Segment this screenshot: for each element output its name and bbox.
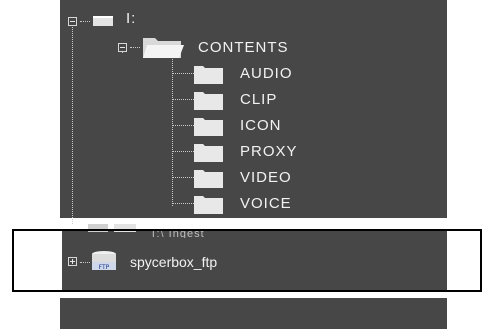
folder-icon — [194, 170, 223, 188]
folder-label-video[interactable]: VIDEO — [240, 169, 292, 187]
folder-icon — [194, 92, 223, 110]
folder-label-icon[interactable]: ICON — [240, 117, 282, 135]
tree-guide-line — [72, 24, 73, 224]
highlight-frame — [12, 229, 482, 292]
open-folder-icon — [143, 38, 184, 58]
tree-guide-line — [172, 125, 194, 126]
drive-collapse-toggle[interactable] — [68, 17, 77, 26]
contents-collapse-toggle[interactable] — [118, 43, 127, 52]
tree-guide-line — [80, 21, 90, 22]
lower-panel — [60, 298, 447, 329]
folder-label-clip[interactable]: CLIP — [240, 91, 277, 109]
tree-guide-line — [172, 177, 194, 178]
folder-label-proxy[interactable]: PROXY — [240, 143, 298, 161]
drive-label[interactable]: I: — [126, 10, 136, 28]
folder-icon — [194, 144, 223, 162]
contents-label[interactable]: CONTENTS — [198, 39, 289, 57]
folder-icon — [194, 118, 223, 136]
tree-guide-line — [172, 56, 173, 206]
tree-guide-line — [172, 73, 194, 74]
drive-icon — [93, 16, 113, 26]
folder-icon — [194, 196, 223, 214]
folder-icon — [194, 66, 223, 84]
folder-label-voice[interactable]: VOICE — [240, 195, 292, 213]
tree-guide-line — [122, 52, 123, 53]
tree-guide-line — [172, 151, 194, 152]
tree-guide-line — [130, 47, 140, 48]
tree-guide-line — [172, 99, 194, 100]
folder-label-audio[interactable]: AUDIO — [240, 65, 293, 83]
tree-guide-line — [172, 203, 194, 204]
